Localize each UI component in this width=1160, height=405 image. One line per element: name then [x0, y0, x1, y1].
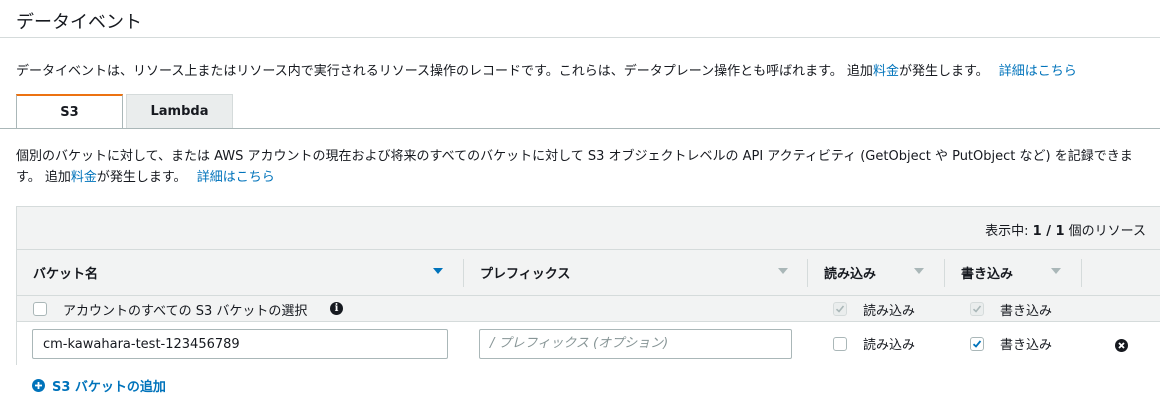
- s3-description-suffix: が発生します。: [96, 170, 187, 185]
- data-events-description: データイベントは、リソース上またはリソース内で実行されるリソース操作のレコードで…: [16, 60, 1077, 79]
- all-buckets-read-label: 読み込み: [863, 304, 916, 319]
- column-header-bucket-name-label: バケット名: [33, 267, 99, 282]
- column-header-bucket-name[interactable]: バケット名: [17, 250, 463, 295]
- all-buckets-write-label: 書き込み: [1000, 304, 1053, 319]
- bucket-read-label: 読み込み: [863, 338, 916, 353]
- column-divider: [1081, 259, 1082, 287]
- sort-icon[interactable]: [778, 268, 788, 274]
- all-buckets-row: アカウントのすべての S3 バケットの選択 i 読み込み 書き込み: [17, 296, 1160, 322]
- column-header-read[interactable]: 読み込み: [808, 250, 944, 295]
- s3-bucket-table: 表示中: 1 / 1 個のリソース バケット名 プレフィックス 読み込み 書き込…: [16, 206, 1160, 366]
- all-buckets-read-checkbox: [833, 302, 847, 316]
- prefix-input[interactable]: / プレフィックス (オプション): [479, 329, 792, 359]
- column-header-write[interactable]: 書き込み: [945, 250, 1081, 295]
- table-row: / プレフィックス (オプション) 読み込み 書き込み: [17, 322, 1160, 366]
- all-buckets-write-checkbox: [970, 302, 984, 316]
- column-header-prefix[interactable]: プレフィックス: [464, 250, 807, 295]
- s3-pricing-link[interactable]: 料金: [71, 170, 97, 185]
- info-icon[interactable]: i: [330, 302, 343, 315]
- description-suffix: が発生します。: [898, 64, 989, 79]
- learn-more-link[interactable]: 詳細はこちら: [999, 64, 1077, 79]
- sort-icon[interactable]: [914, 268, 924, 274]
- all-buckets-label: アカウントのすべての S3 バケットの選択: [63, 304, 308, 319]
- resource-count-suffix: 個のリソース: [1064, 224, 1146, 239]
- bucket-write-checkbox[interactable]: [970, 337, 984, 351]
- remove-bucket-icon[interactable]: [1115, 339, 1128, 352]
- add-s3-bucket-button[interactable]: S3 バケットの追加: [32, 376, 166, 395]
- sort-desc-icon[interactable]: [433, 268, 443, 274]
- s3-description: 個別のバケットに対して、または AWS アカウントの現在および将来のすべてのバケ…: [16, 146, 1156, 188]
- add-s3-bucket-label: S3 バケットの追加: [52, 380, 166, 395]
- table-header: バケット名 プレフィックス 読み込み 書き込み: [17, 249, 1160, 296]
- table-toolbar: 表示中: 1 / 1 個のリソース: [17, 207, 1160, 249]
- tab-divider: [0, 128, 1160, 129]
- select-all-buckets-checkbox[interactable]: [33, 302, 47, 316]
- column-header-read-label: 読み込み: [824, 267, 877, 282]
- tab-lambda[interactable]: Lambda: [126, 94, 233, 128]
- description-text: データイベントは、リソース上またはリソース内で実行されるリソース操作のレコードで…: [16, 64, 873, 79]
- column-header-write-label: 書き込み: [961, 267, 1014, 282]
- pricing-link[interactable]: 料金: [873, 64, 899, 79]
- column-header-prefix-label: プレフィックス: [480, 267, 571, 282]
- resource-count: 表示中: 1 / 1 個のリソース: [985, 220, 1146, 239]
- title-divider: [0, 37, 1160, 38]
- bucket-read-checkbox[interactable]: [833, 337, 847, 351]
- resource-count-prefix: 表示中:: [985, 224, 1033, 239]
- plus-circle-icon: [32, 379, 45, 392]
- tab-s3[interactable]: S3: [16, 94, 123, 129]
- resource-count-value: 1 / 1: [1032, 224, 1065, 239]
- bucket-name-input[interactable]: [32, 329, 448, 359]
- s3-learn-more-link[interactable]: 詳細はこちら: [197, 170, 275, 185]
- section-title: データイベント: [16, 12, 142, 33]
- bucket-write-label: 書き込み: [1000, 338, 1053, 353]
- sort-icon[interactable]: [1051, 268, 1061, 274]
